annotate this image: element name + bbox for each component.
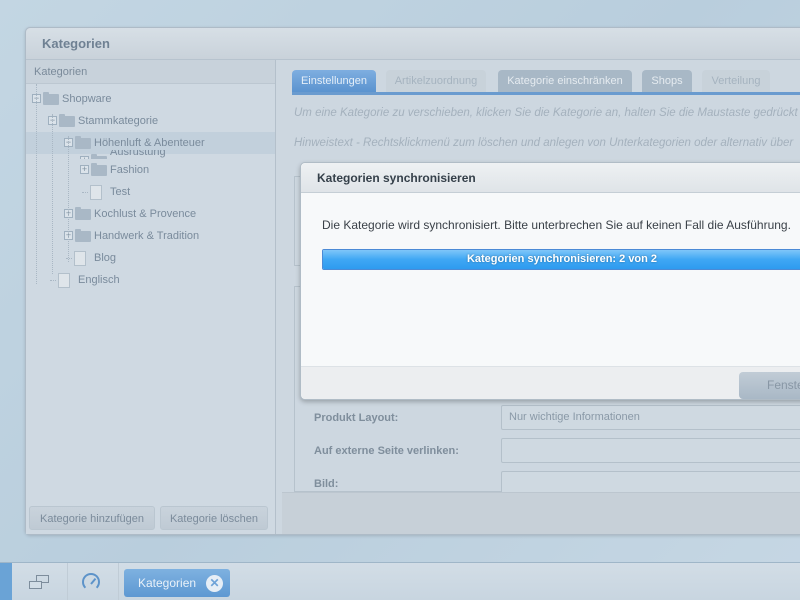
taskbar-separator — [67, 563, 68, 600]
taskbar-separator — [118, 563, 119, 600]
windows-icon[interactable] — [29, 575, 51, 591]
folder-icon — [43, 92, 59, 105]
taskbar-start-strip[interactable] — [0, 563, 12, 600]
sync-progress-bar: Kategorien synchronisieren: 2 von 2 — [322, 249, 800, 270]
tree-guide-line — [68, 136, 69, 262]
tree-node[interactable]: Test — [26, 181, 275, 203]
taskbar-tab-label: Kategorien — [138, 576, 197, 590]
tree-connector — [50, 280, 56, 281]
tab-artikelzuordnung[interactable]: Artikelzuordnung — [386, 70, 486, 92]
sync-progress-text: Kategorien synchronisieren: 2 von 2 — [466, 253, 658, 265]
document-icon — [90, 185, 102, 200]
tree-node[interactable]: Englisch — [26, 269, 275, 291]
sync-dialog-message: Die Kategorie wird synchronisiert. Bitte… — [322, 218, 791, 232]
tree-node-label: Blog — [94, 252, 117, 264]
sidebar-header: Kategorien — [26, 60, 275, 84]
hint-text-move: Um eine Kategorie zu verschieben, klicke… — [294, 107, 798, 119]
tree-node[interactable]: + Kochlust & Provence — [26, 203, 275, 225]
tree-node-label: Handwerk & Tradition — [94, 230, 200, 242]
tree-node-label: Fashion — [110, 164, 150, 176]
tree-node-label: Englisch — [78, 274, 120, 286]
window-title: Kategorien — [26, 28, 800, 60]
sync-dialog-footer: Fenster schließen — [301, 366, 800, 399]
tree-connector — [82, 192, 88, 193]
category-sidebar: Kategorien − Shopware − Stammkategorie − Höhe… — [26, 60, 276, 534]
main-footer — [282, 492, 800, 534]
tree-node[interactable]: − Stammkategorie — [26, 110, 275, 132]
folder-icon — [91, 163, 107, 176]
close-window-button[interactable]: Fenster schließen — [739, 372, 800, 399]
document-icon — [74, 251, 86, 266]
tree-node[interactable]: + Handwerk & Tradition — [26, 225, 275, 247]
tab-einstellungen[interactable]: Einstellungen — [292, 70, 376, 92]
tab-kategorie-einschraenken[interactable]: Kategorie einschränken — [498, 70, 632, 92]
tree-node[interactable]: + Fashion — [26, 159, 275, 181]
product-layout-select[interactable]: Nur wichtige Informationen — [501, 405, 800, 430]
tree-node-label: Test — [110, 186, 131, 198]
taskbar: Kategorien ✕ — [0, 562, 800, 600]
add-category-button[interactable]: Kategorie hinzufügen — [29, 506, 155, 530]
tab-verteilung[interactable]: Verteilung — [702, 70, 770, 92]
tree-node[interactable]: Blog — [26, 247, 275, 269]
tree-node-label: Stammkategorie — [78, 115, 159, 127]
hint-text-contextmenu: Hinweistext - Rechtsklickmenü zum lösche… — [294, 137, 794, 149]
folder-icon — [75, 207, 91, 220]
expand-icon[interactable]: + — [80, 165, 89, 174]
tab-shops[interactable]: Shops — [642, 70, 692, 92]
image-label: Bild: — [314, 478, 339, 490]
external-link-label: Auf externe Seite verlinken: — [314, 445, 459, 457]
sync-dialog: Kategorien synchronisieren Die Kategorie… — [300, 162, 800, 400]
folder-icon — [75, 229, 91, 242]
product-layout-label: Produkt Layout: — [314, 412, 399, 424]
external-link-input[interactable] — [501, 438, 800, 463]
tree-guide-line — [36, 84, 37, 284]
sidebar-footer: Kategorie hinzufügen Kategorie löschen — [26, 502, 275, 534]
folder-icon — [59, 114, 75, 127]
tree-node-label: Ausrüstung — [110, 150, 166, 158]
close-icon[interactable]: ✕ — [206, 575, 223, 592]
tab-bar-underline — [292, 92, 800, 95]
sync-dialog-title: Kategorien synchronisieren — [301, 163, 800, 193]
tree-connector — [66, 258, 72, 259]
document-icon — [58, 273, 70, 288]
taskbar-tab-kategorien[interactable]: Kategorien ✕ — [124, 569, 230, 597]
tree-node-label: Kochlust & Provence — [94, 208, 197, 220]
delete-category-button[interactable]: Kategorie löschen — [160, 506, 268, 530]
tree-guide-line — [52, 114, 53, 274]
tab-bar: Einstellungen Artikelzuordnung Kategorie… — [292, 70, 800, 93]
tree-node[interactable]: +Ausrüstung — [26, 150, 275, 159]
tree-node[interactable]: − Shopware — [26, 88, 275, 110]
folder-icon — [75, 136, 91, 149]
tree-node-label: Shopware — [62, 93, 112, 105]
dashboard-icon[interactable] — [82, 573, 100, 591]
category-tree: − Shopware − Stammkategorie − Höhenluft & Abe… — [26, 84, 275, 291]
